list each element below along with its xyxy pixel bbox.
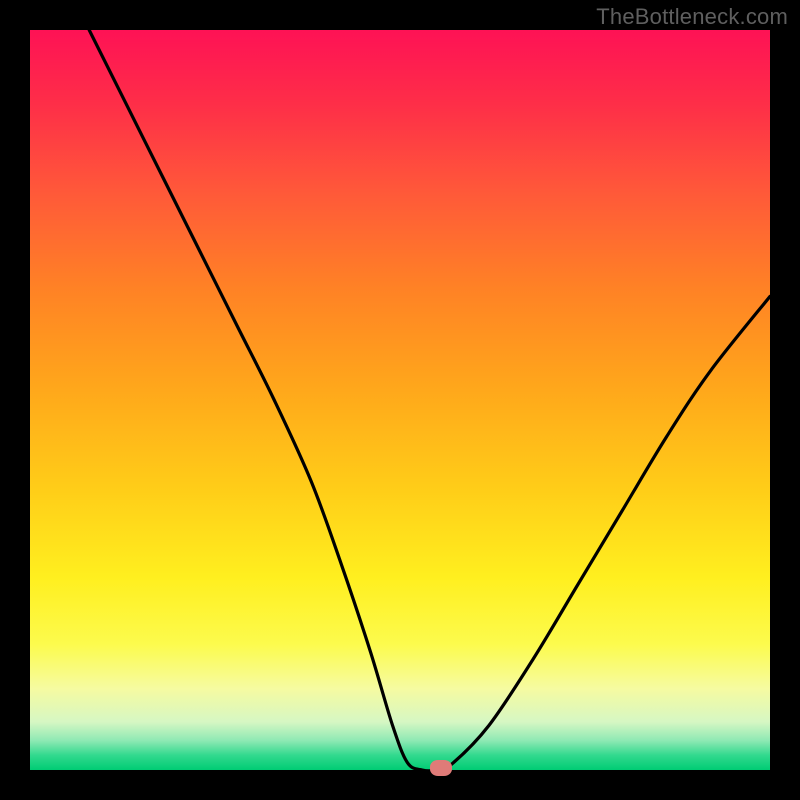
curve-path	[89, 30, 770, 770]
curve-marker	[430, 760, 452, 776]
chart-frame: TheBottleneck.com	[0, 0, 800, 800]
plot-area	[30, 30, 770, 770]
watermark-text: TheBottleneck.com	[596, 4, 788, 30]
curve-svg	[30, 30, 770, 770]
